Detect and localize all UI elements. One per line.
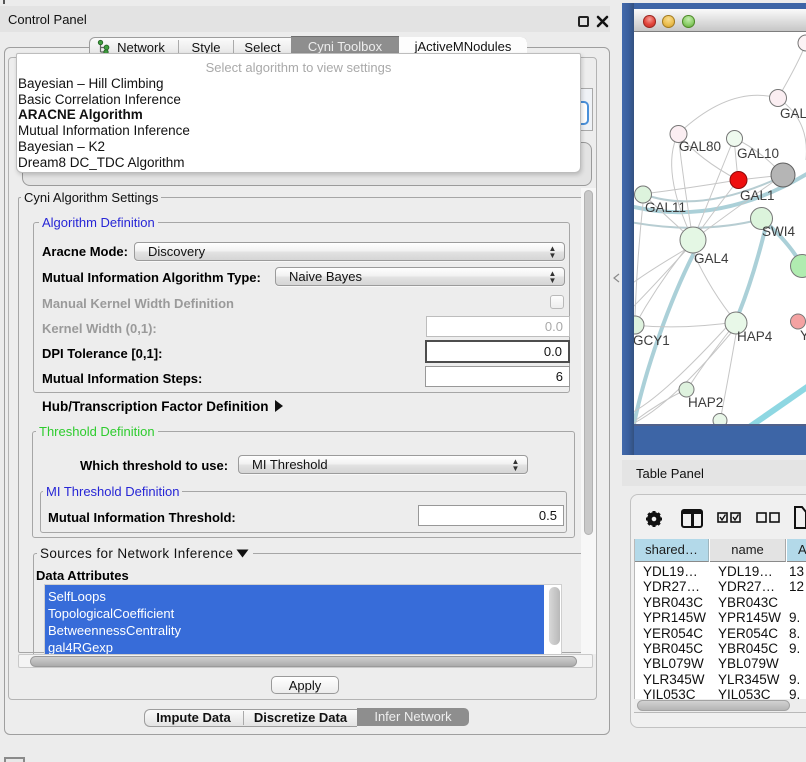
svg-text:GAL2: GAL2 (780, 106, 806, 121)
svg-text:GAL1: GAL1 (740, 188, 775, 203)
svg-text:GAL10: GAL10 (737, 146, 779, 161)
svg-text:HAP2: HAP2 (688, 395, 723, 410)
svg-text:GCY1: GCY1 (634, 333, 670, 348)
svg-text:Y: Y (800, 328, 806, 343)
svg-text:GAL80: GAL80 (679, 139, 721, 154)
svg-text:SWI4: SWI4 (762, 224, 795, 239)
svg-text:GAL11: GAL11 (645, 200, 686, 215)
svg-text:HAP4: HAP4 (737, 329, 773, 344)
svg-text:GAL4: GAL4 (694, 251, 729, 266)
